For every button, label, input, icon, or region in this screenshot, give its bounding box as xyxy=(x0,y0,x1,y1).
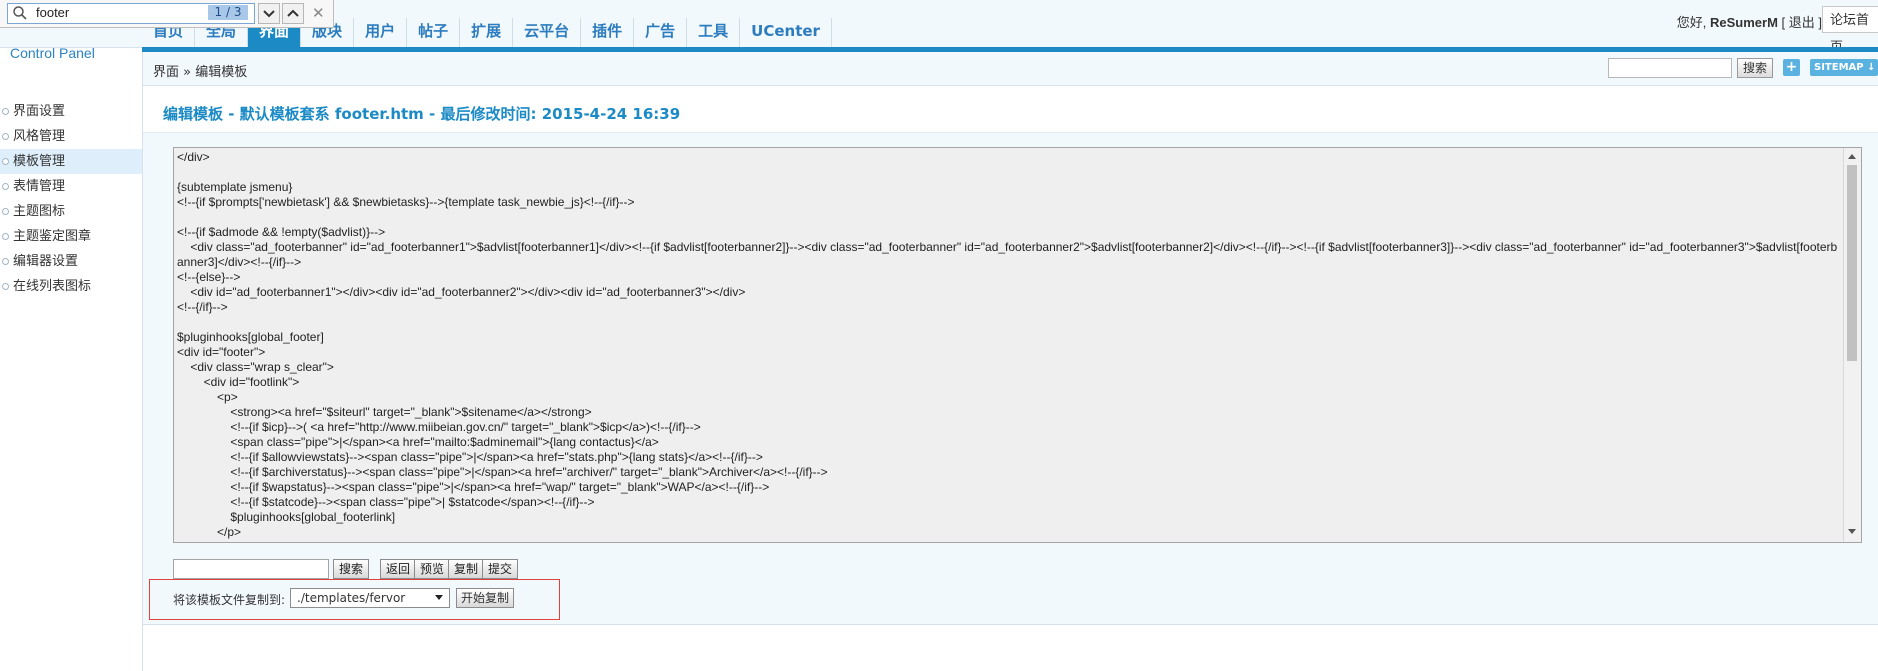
sidebar-item-templates[interactable]: 模板管理 xyxy=(0,149,142,174)
submit-button[interactable]: 提交 xyxy=(482,559,519,579)
find-prev-button[interactable] xyxy=(282,3,304,24)
sitemap-button[interactable]: SITEMAP ↓ xyxy=(1810,59,1878,76)
copy-target-value: ./templates/fervor xyxy=(297,591,406,605)
nav-plugins[interactable]: 插件 xyxy=(581,18,635,47)
chevron-up-icon xyxy=(287,9,299,17)
code-search-input[interactable] xyxy=(173,559,329,579)
scroll-down-arrow-icon[interactable] xyxy=(1848,529,1856,534)
nav-extend[interactable]: 扩展 xyxy=(460,18,514,47)
copy-target-select[interactable]: ./templates/fervor xyxy=(290,588,450,608)
copy-template-box: 将该模板文件复制到: ./templates/fervor 开始复制 xyxy=(149,579,560,620)
forum-home-link[interactable]: 论坛首页 xyxy=(1822,6,1878,55)
user-greeting: 您好, ReSumerM [ 退出 ] xyxy=(1677,12,1822,31)
editor-scrollbar[interactable] xyxy=(1843,148,1861,542)
page-title: 编辑模板 - 默认模板套系 footer.htm - 最后修改时间: 2015-… xyxy=(163,105,681,123)
breadcrumb-bar: 界面 » 编辑模板 搜索 + SITEMAP ↓ xyxy=(143,52,1878,86)
nav-ucenter[interactable]: UCenter xyxy=(740,18,832,47)
template-editor[interactable]: </div> {subtemplate jsmenu} <!--{if $pro… xyxy=(173,147,1862,543)
header-search-button[interactable]: 搜索 xyxy=(1737,58,1774,78)
sidebar-item-styles[interactable]: 风格管理 xyxy=(0,124,142,149)
logo-subtitle: Control Panel xyxy=(10,45,95,61)
sidebar-item-editor-settings[interactable]: 编辑器设置 xyxy=(0,249,142,274)
nav-tools[interactable]: 工具 xyxy=(687,18,741,47)
preview-button[interactable]: 预览 xyxy=(414,559,451,579)
back-button[interactable]: 返回 xyxy=(380,559,417,579)
dropdown-arrow-icon xyxy=(435,595,443,600)
sidebar-item-interface-settings[interactable]: 界面设置 xyxy=(0,99,142,124)
username: ReSumerM xyxy=(1710,15,1778,30)
find-query: footer xyxy=(36,5,70,20)
start-copy-button[interactable]: 开始复制 xyxy=(456,588,515,608)
copy-button[interactable]: 复制 xyxy=(448,559,485,579)
sidebar-item-stamps[interactable]: 主题鉴定图章 xyxy=(0,224,142,249)
sidebar-item-thread-icons[interactable]: 主题图标 xyxy=(0,199,142,224)
nav-ads[interactable]: 广告 xyxy=(634,18,688,47)
logout-link[interactable]: [ 退出 ] xyxy=(1782,15,1822,30)
greeting-prefix: 您好, xyxy=(1676,15,1707,30)
template-code[interactable]: </div> {subtemplate jsmenu} <!--{if $pro… xyxy=(177,150,1843,540)
add-shortcut-button[interactable]: + xyxy=(1783,59,1800,76)
find-bar: footer 1 / 3 ✕ xyxy=(0,0,334,28)
sidebar: 界面设置 风格管理 模板管理 表情管理 主题图标 主题鉴定图章 编辑器设置 在线… xyxy=(0,99,142,299)
close-icon[interactable]: ✕ xyxy=(312,4,325,22)
nav-users[interactable]: 用户 xyxy=(354,18,408,47)
sidebar-item-online-icons[interactable]: 在线列表图标 xyxy=(0,274,142,299)
header-search-input[interactable] xyxy=(1608,58,1732,78)
breadcrumb: 界面 » 编辑模板 xyxy=(153,65,248,80)
nav-cloud[interactable]: 云平台 xyxy=(513,18,582,47)
search-icon xyxy=(13,6,27,20)
scroll-thumb[interactable] xyxy=(1847,165,1857,361)
find-match-count: 1 / 3 xyxy=(208,5,248,20)
nav-posts[interactable]: 帖子 xyxy=(407,18,461,47)
find-next-button[interactable] xyxy=(258,3,280,24)
copy-to-label: 将该模板文件复制到: xyxy=(173,593,286,607)
chevron-down-icon xyxy=(263,10,275,18)
code-search-button[interactable]: 搜索 xyxy=(333,559,370,579)
scroll-up-arrow-icon[interactable] xyxy=(1848,154,1856,159)
sidebar-item-smilies[interactable]: 表情管理 xyxy=(0,174,142,199)
